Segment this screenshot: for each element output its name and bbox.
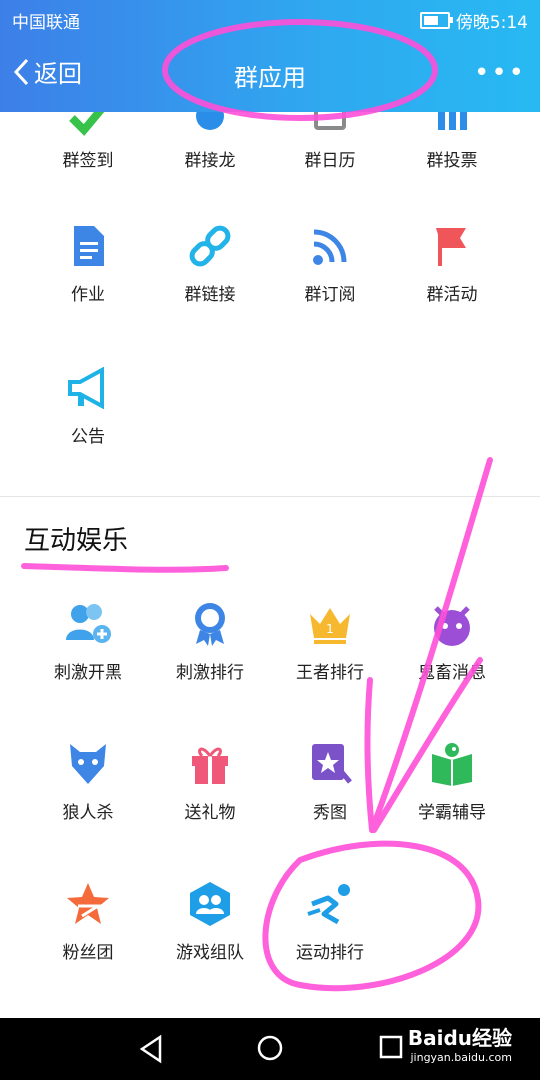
baidu-watermark: Baidu经验 jingyan.baidu.com bbox=[408, 1022, 512, 1064]
show-image-icon bbox=[306, 740, 354, 788]
app-game-team[interactable]: 游戏组队 bbox=[150, 880, 270, 963]
app-label: 公告 bbox=[71, 427, 105, 447]
watermark-brand: Baidu经验 bbox=[407, 1026, 512, 1050]
app-show-image[interactable]: 秀图 bbox=[270, 740, 390, 823]
app-label: 学霸辅导 bbox=[418, 803, 486, 823]
calendar-icon bbox=[306, 112, 354, 136]
vote-icon bbox=[428, 112, 476, 136]
app-label: 游戏组队 bbox=[176, 943, 244, 963]
app-vote[interactable]: 群投票 bbox=[392, 112, 512, 171]
devil-icon bbox=[428, 600, 476, 648]
section-divider bbox=[0, 496, 540, 497]
flag-icon bbox=[428, 222, 476, 270]
app-devil-message[interactable]: 鬼畜消息 bbox=[392, 600, 512, 683]
app-gift[interactable]: 送礼物 bbox=[150, 740, 270, 823]
app-ranking[interactable]: 刺激排行 bbox=[150, 600, 270, 683]
homework-icon bbox=[64, 222, 112, 270]
wolf-icon bbox=[64, 740, 112, 788]
app-label: 鬼畜消息 bbox=[418, 663, 486, 683]
app-rss[interactable]: 群订阅 bbox=[270, 222, 390, 305]
nav-bar: 返回 群应用 ••• bbox=[0, 36, 540, 112]
app-label: 群签到 bbox=[62, 151, 114, 171]
recents-square-icon[interactable] bbox=[378, 1034, 404, 1060]
app-label: 粉丝团 bbox=[62, 943, 114, 963]
section-title: 互动娱乐 bbox=[24, 526, 129, 556]
app-label: 群日历 bbox=[304, 151, 356, 171]
app-label: 作业 bbox=[71, 285, 105, 305]
team-up-icon bbox=[64, 600, 112, 648]
status-bar: 中国联通 傍晚5:14 bbox=[0, 0, 540, 36]
megaphone-icon bbox=[64, 364, 112, 412]
app-homework[interactable]: 作业 bbox=[28, 222, 148, 305]
gift-icon bbox=[186, 740, 234, 788]
app-study[interactable]: 学霸辅导 bbox=[392, 740, 512, 823]
section-underline-annotation bbox=[21, 563, 229, 573]
back-triangle-icon[interactable] bbox=[138, 1034, 164, 1064]
sport-runner-icon bbox=[306, 880, 354, 928]
crown-icon: 1 bbox=[306, 600, 354, 648]
battery-icon bbox=[419, 12, 453, 29]
medal-icon bbox=[186, 600, 234, 648]
app-werewolf[interactable]: 狼人杀 bbox=[28, 740, 148, 823]
study-book-icon bbox=[428, 740, 476, 788]
status-right: 傍晚5:14 bbox=[419, 8, 528, 33]
app-label: 刺激开黑 bbox=[54, 663, 122, 683]
carrier-label: 中国联通 bbox=[12, 13, 80, 33]
game-team-icon bbox=[186, 880, 234, 928]
app-label: 王者排行 bbox=[296, 663, 364, 683]
app-checkin[interactable]: 群签到 bbox=[28, 112, 148, 171]
watermark-url: jingyan.baidu.com bbox=[410, 1051, 512, 1064]
app-label: 运动排行 bbox=[296, 943, 364, 963]
rss-icon bbox=[306, 222, 354, 270]
system-nav-bar: Baidu经验 jingyan.baidu.com bbox=[0, 1018, 540, 1080]
app-label: 群投票 bbox=[426, 151, 478, 171]
app-activity[interactable]: 群活动 bbox=[392, 222, 512, 305]
checkin-icon bbox=[64, 112, 112, 136]
clock-label: 傍晚5:14 bbox=[455, 13, 528, 33]
app-announcement[interactable]: 公告 bbox=[28, 364, 148, 447]
app-calendar[interactable]: 群日历 bbox=[270, 112, 390, 171]
app-relay[interactable]: 群接龙 bbox=[150, 112, 270, 171]
app-fan-club[interactable]: 粉丝团 bbox=[28, 880, 148, 963]
link-icon bbox=[186, 222, 234, 270]
app-label: 送礼物 bbox=[184, 803, 236, 823]
relay-icon bbox=[186, 112, 234, 136]
app-link[interactable]: 群链接 bbox=[150, 222, 270, 305]
more-menu-button[interactable]: ••• bbox=[474, 58, 526, 88]
fan-star-icon bbox=[64, 880, 112, 928]
app-label: 群链接 bbox=[184, 285, 236, 305]
app-label: 群订阅 bbox=[304, 285, 356, 305]
page-title: 群应用 bbox=[234, 64, 306, 92]
app-label: 秀图 bbox=[313, 803, 347, 823]
app-label: 狼人杀 bbox=[62, 803, 114, 823]
app-team-up[interactable]: 刺激开黑 bbox=[28, 600, 148, 683]
app-king-ranking[interactable]: 1 王者排行 bbox=[270, 600, 390, 683]
app-label: 刺激排行 bbox=[176, 663, 244, 683]
home-circle-icon[interactable] bbox=[256, 1034, 284, 1062]
svg-text:1: 1 bbox=[326, 622, 334, 636]
app-sport-ranking[interactable]: 运动排行 bbox=[270, 880, 390, 963]
app-label: 群接龙 bbox=[184, 151, 236, 171]
app-label: 群活动 bbox=[426, 285, 478, 305]
